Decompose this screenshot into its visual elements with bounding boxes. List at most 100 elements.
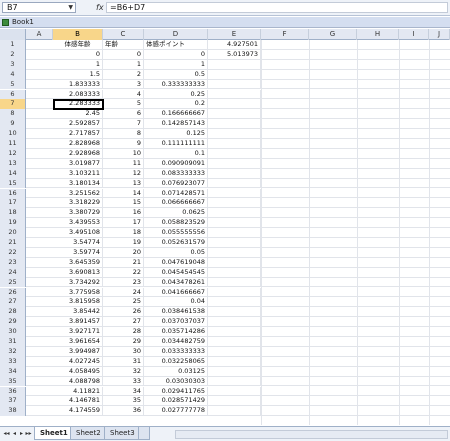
cell-e[interactable] <box>208 346 261 357</box>
cell-c[interactable]: 10 <box>103 148 144 159</box>
cell-b[interactable]: 3.734292 <box>53 277 103 288</box>
cell-b[interactable]: 3.439553 <box>53 218 103 229</box>
cell-e[interactable] <box>208 277 261 288</box>
cell-b[interactable]: 体感年齢 <box>53 40 103 50</box>
column-header-c[interactable]: C <box>103 29 144 40</box>
cell-b[interactable]: 3.103211 <box>53 168 103 179</box>
cell-e[interactable] <box>208 168 261 179</box>
column-header-b[interactable]: B <box>53 29 103 40</box>
cell-e[interactable] <box>208 376 261 387</box>
cell-c[interactable]: 15 <box>103 198 144 209</box>
cell-e[interactable] <box>208 238 261 248</box>
cell-c[interactable]: 5 <box>103 99 144 110</box>
cell-c[interactable]: 29 <box>103 337 144 347</box>
cell-b[interactable]: 3.961654 <box>53 337 103 347</box>
cell-b[interactable]: 3.495108 <box>53 228 103 238</box>
cell-b[interactable]: 3.380729 <box>53 208 103 219</box>
cell-e[interactable] <box>208 99 261 110</box>
cell-c[interactable]: 6 <box>103 109 144 120</box>
cell-d[interactable]: 0.029411765 <box>144 386 208 397</box>
cell-c[interactable]: 30 <box>103 346 144 357</box>
cell-d[interactable]: 0.038461538 <box>144 307 208 318</box>
cell-b[interactable]: 4.027245 <box>53 356 103 367</box>
spreadsheet-grid[interactable]: A B C D E F G H I J 1 体感年齢 年齢 体感ポイント 4.92750… <box>0 29 450 425</box>
cell-b[interactable]: 3.690813 <box>53 267 103 278</box>
row-header[interactable]: 13 <box>0 158 26 169</box>
row-header[interactable]: 27 <box>0 297 26 308</box>
cell-d[interactable]: 0.05 <box>144 247 208 258</box>
cell-b[interactable]: 2.928968 <box>53 148 103 159</box>
cell-c[interactable]: 19 <box>103 238 144 248</box>
cell-d[interactable]: 0 <box>144 49 208 60</box>
next-sheet-nav-icon[interactable]: ▸ <box>18 430 25 438</box>
cell-d[interactable]: 1 <box>144 59 208 70</box>
row-header[interactable]: 5 <box>0 79 26 90</box>
first-sheet-nav-icon[interactable]: ◂◂ <box>3 430 10 438</box>
cell-e[interactable] <box>208 188 261 199</box>
cell-c[interactable]: 18 <box>103 228 144 238</box>
cell-b[interactable]: 1.5 <box>53 69 103 80</box>
cell-e[interactable] <box>208 327 261 337</box>
cell-e[interactable] <box>208 139 261 149</box>
cell-c[interactable]: 35 <box>103 396 144 407</box>
cell-d[interactable]: 0.0625 <box>144 208 208 219</box>
cell-d[interactable]: 0.142857143 <box>144 119 208 130</box>
row-header[interactable]: 22 <box>0 247 26 258</box>
cell-e[interactable] <box>208 208 261 219</box>
cell-d[interactable]: 0.045454545 <box>144 267 208 278</box>
row-header[interactable]: 38 <box>0 406 26 417</box>
cell-d[interactable]: 0.032258065 <box>144 356 208 367</box>
cell-b[interactable]: 4.088798 <box>53 376 103 387</box>
cell-c[interactable]: 22 <box>103 267 144 278</box>
cell-d[interactable]: 0.04 <box>144 297 208 308</box>
cell-c[interactable]: 36 <box>103 406 144 417</box>
cell-b[interactable]: 4.146781 <box>53 396 103 407</box>
cell-b[interactable]: 3.318229 <box>53 198 103 209</box>
cell-d[interactable]: 0.166666667 <box>144 109 208 120</box>
cell-c[interactable]: 11 <box>103 158 144 169</box>
cell-d[interactable]: 0.083333333 <box>144 168 208 179</box>
cell-c[interactable]: 16 <box>103 208 144 219</box>
row-header[interactable]: 9 <box>0 119 26 130</box>
cell-c[interactable]: 26 <box>103 307 144 318</box>
cell-d[interactable]: 0.035714286 <box>144 327 208 337</box>
cell-e[interactable]: 5.013973 <box>208 49 261 60</box>
cell-e[interactable] <box>208 287 261 298</box>
row-header[interactable]: 7 <box>0 99 26 110</box>
row-header[interactable]: 26 <box>0 287 26 298</box>
cell-c[interactable]: 17 <box>103 218 144 229</box>
cell-d[interactable]: 0.027777778 <box>144 406 208 417</box>
cell-b[interactable]: 3.85442 <box>53 307 103 318</box>
cell-d[interactable]: 0.25 <box>144 89 208 100</box>
row-header[interactable]: 8 <box>0 109 26 120</box>
cell-e[interactable] <box>208 406 261 417</box>
column-header-h[interactable]: H <box>357 29 399 40</box>
cell-c[interactable]: 31 <box>103 356 144 367</box>
cell-c[interactable]: 1 <box>103 59 144 70</box>
cell-e[interactable] <box>208 158 261 169</box>
cell-b[interactable]: 1.833333 <box>53 79 103 90</box>
row-header[interactable]: 25 <box>0 277 26 288</box>
prev-sheet-nav-icon[interactable]: ◂ <box>11 430 18 438</box>
cell-c[interactable]: 7 <box>103 119 144 130</box>
row-header[interactable]: 16 <box>0 188 26 199</box>
row-header[interactable]: 2 <box>0 49 26 60</box>
row-header[interactable]: 32 <box>0 346 26 357</box>
cell-c[interactable]: 4 <box>103 89 144 100</box>
cell-b[interactable]: 3.645359 <box>53 257 103 268</box>
cell-c[interactable]: 24 <box>103 287 144 298</box>
column-header-d[interactable]: D <box>144 29 208 40</box>
cell-c[interactable]: 21 <box>103 257 144 268</box>
cell-b[interactable]: 0 <box>53 49 103 60</box>
cell-c[interactable]: 9 <box>103 139 144 149</box>
cell-d[interactable]: 0.034482759 <box>144 337 208 347</box>
row-header[interactable]: 33 <box>0 356 26 367</box>
cell-c[interactable]: 0 <box>103 49 144 60</box>
cell-e[interactable] <box>208 396 261 407</box>
cell-c[interactable]: 3 <box>103 79 144 90</box>
column-header-i[interactable]: I <box>399 29 429 40</box>
insert-sheet-icon[interactable] <box>138 427 150 440</box>
cell-d[interactable]: 0.037037037 <box>144 317 208 328</box>
cell-d[interactable]: 0.043478261 <box>144 277 208 288</box>
cell-b[interactable]: 3.927171 <box>53 327 103 337</box>
